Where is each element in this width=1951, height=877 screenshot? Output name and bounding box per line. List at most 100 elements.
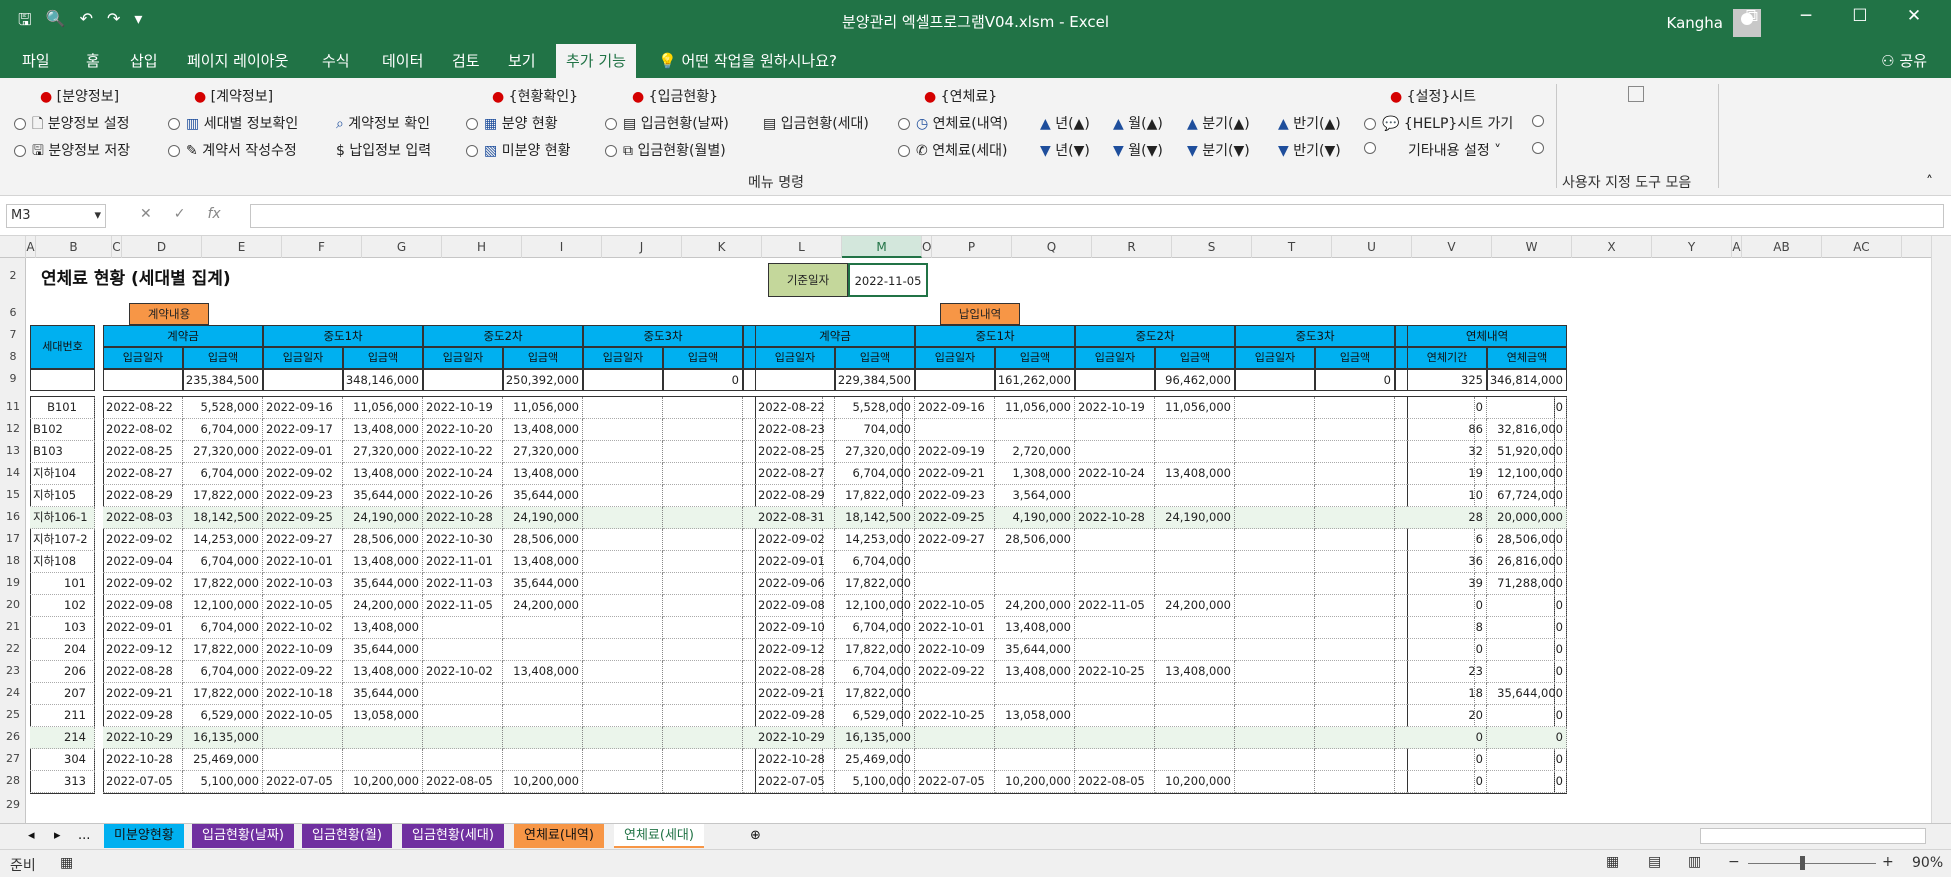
btn-half-down[interactable]: ▼ 반기(▼): [1278, 140, 1341, 160]
group-header[interactable]: 연체내역: [1407, 325, 1567, 347]
date-cell[interactable]: [583, 749, 663, 771]
date-cell[interactable]: 2022-08-05: [1075, 771, 1155, 793]
date-cell[interactable]: 2022-08-29: [755, 485, 835, 507]
date-cell[interactable]: 2022-09-02: [103, 529, 183, 551]
date-cell[interactable]: 2022-09-25: [263, 507, 343, 529]
amount-cell[interactable]: 24,200,000: [343, 595, 423, 617]
row-header[interactable]: 18: [0, 551, 26, 571]
penalty-amount-cell[interactable]: 12,100,000: [1487, 463, 1567, 485]
date-cell[interactable]: [915, 573, 995, 595]
date-cell[interactable]: 2022-10-18: [263, 683, 343, 705]
column-header[interactable]: G: [362, 236, 442, 258]
btn-quarter-up[interactable]: ▲ 분기(▲): [1187, 113, 1250, 133]
sheet-tab[interactable]: 연체료(내역): [514, 824, 604, 848]
amount-cell[interactable]: [1315, 529, 1395, 551]
date-cell[interactable]: [1075, 441, 1155, 463]
date-cell[interactable]: 2022-08-27: [103, 463, 183, 485]
amount-cell[interactable]: [343, 749, 423, 771]
btn-half-up[interactable]: ▲ 반기(▲): [1278, 113, 1341, 133]
penalty-amount-cell[interactable]: 28,506,000: [1487, 529, 1567, 551]
amount-cell[interactable]: [1315, 573, 1395, 595]
btn-other-settings[interactable]: 기타내용 설정 ˅: [1408, 140, 1501, 160]
amount-cell[interactable]: [1155, 551, 1235, 573]
sub-header-date[interactable]: 입금일자: [1235, 347, 1315, 369]
zoom-slider[interactable]: [1748, 863, 1876, 864]
date-cell[interactable]: 2022-09-19: [915, 441, 995, 463]
total-cell[interactable]: [263, 369, 343, 391]
date-cell[interactable]: 2022-08-27: [755, 463, 835, 485]
date-cell[interactable]: 2022-09-21: [103, 683, 183, 705]
row-header[interactable]: 22: [0, 639, 26, 659]
btn-year-down[interactable]: ▼ 년(▼): [1040, 140, 1090, 160]
penalty-amount-cell[interactable]: 67,724,000: [1487, 485, 1567, 507]
total-cell[interactable]: [915, 369, 995, 391]
amount-cell[interactable]: 10,200,000: [1155, 771, 1235, 793]
penalty-amount-cell[interactable]: 71,288,000: [1487, 573, 1567, 595]
tab-scroll-left[interactable]: ◂: [18, 824, 45, 848]
amount-cell[interactable]: [1315, 639, 1395, 661]
date-cell[interactable]: [1235, 441, 1315, 463]
penalty-days-cell[interactable]: 0: [1407, 727, 1487, 749]
amount-cell[interactable]: 35,644,000: [343, 683, 423, 705]
sub-header-amount[interactable]: 입금액: [663, 347, 743, 369]
ribbon-display-icon[interactable]: ⧉: [1725, 6, 1779, 26]
amount-cell[interactable]: [503, 617, 583, 639]
date-cell[interactable]: 2022-09-01: [263, 441, 343, 463]
tab-scroll-right[interactable]: ▸: [44, 824, 71, 848]
tab-insert[interactable]: 삽입: [130, 50, 158, 71]
amount-cell[interactable]: 6,704,000: [183, 617, 263, 639]
column-header[interactable]: O: [922, 236, 932, 258]
amount-cell[interactable]: [663, 639, 743, 661]
amount-cell[interactable]: 13,408,000: [343, 463, 423, 485]
date-cell[interactable]: 2022-10-28: [1075, 507, 1155, 529]
amount-cell[interactable]: [1155, 529, 1235, 551]
amount-cell[interactable]: 35,644,000: [343, 573, 423, 595]
date-cell[interactable]: 2022-08-29: [103, 485, 183, 507]
date-cell[interactable]: [1075, 617, 1155, 639]
sub-header-date[interactable]: 입금일자: [423, 347, 503, 369]
date-cell[interactable]: 2022-10-28: [755, 749, 835, 771]
sheet-tab[interactable]: 입금현황(월): [302, 824, 392, 848]
date-cell[interactable]: 2022-07-05: [263, 771, 343, 793]
penalty-amount-cell[interactable]: 35,644,000: [1487, 683, 1567, 705]
date-cell[interactable]: [583, 683, 663, 705]
base-date-label[interactable]: 기준일자: [768, 263, 848, 297]
column-header[interactable]: K: [682, 236, 762, 258]
amount-cell[interactable]: [663, 463, 743, 485]
sheet-tab-active[interactable]: 연체료(세대): [614, 824, 704, 848]
amount-cell[interactable]: 11,056,000: [343, 397, 423, 419]
function-icon[interactable]: fx: [207, 206, 220, 222]
penalty-days-cell[interactable]: 0: [1407, 595, 1487, 617]
penalty-days-cell[interactable]: 23: [1407, 661, 1487, 683]
date-cell[interactable]: 2022-09-08: [103, 595, 183, 617]
unit-cell[interactable]: 지하105: [30, 485, 95, 507]
date-cell[interactable]: 2022-08-22: [103, 397, 183, 419]
column-header[interactable]: A: [26, 236, 36, 258]
amount-cell[interactable]: 12,100,000: [835, 595, 915, 617]
row-header[interactable]: 17: [0, 529, 26, 549]
amount-cell[interactable]: 10,200,000: [343, 771, 423, 793]
column-header[interactable]: AC: [1822, 236, 1902, 258]
amount-cell[interactable]: [663, 749, 743, 771]
date-cell[interactable]: 2022-09-16: [263, 397, 343, 419]
total-cell[interactable]: [103, 369, 183, 391]
sub-header-date[interactable]: 입금일자: [915, 347, 995, 369]
amount-cell[interactable]: 6,529,000: [835, 705, 915, 727]
date-cell[interactable]: 2022-09-27: [915, 529, 995, 551]
amount-cell[interactable]: 28,506,000: [995, 529, 1075, 551]
penalty-days-cell[interactable]: 19: [1407, 463, 1487, 485]
date-cell[interactable]: 2022-10-19: [423, 397, 503, 419]
date-cell[interactable]: 2022-08-22: [755, 397, 835, 419]
date-cell[interactable]: [423, 749, 503, 771]
zoom-out-icon[interactable]: −: [1728, 854, 1740, 870]
group-header[interactable]: 계약금: [755, 325, 915, 347]
amount-cell[interactable]: 6,704,000: [183, 661, 263, 683]
date-cell[interactable]: [583, 485, 663, 507]
amount-cell[interactable]: [1155, 639, 1235, 661]
column-header[interactable]: X: [1572, 236, 1652, 258]
tab-page-layout[interactable]: 페이지 레이아웃: [187, 50, 288, 71]
macro-record-icon[interactable]: ▦: [60, 855, 73, 871]
date-cell[interactable]: 2022-10-28: [103, 749, 183, 771]
date-cell[interactable]: 2022-08-25: [755, 441, 835, 463]
date-cell[interactable]: 2022-07-05: [103, 771, 183, 793]
